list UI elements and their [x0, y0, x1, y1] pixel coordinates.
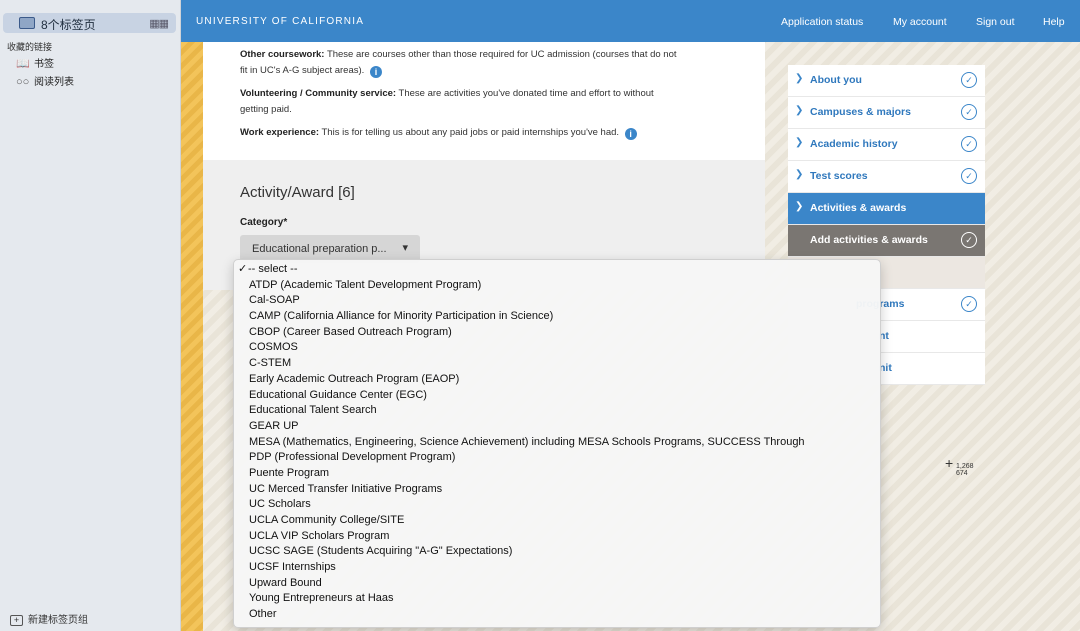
dropdown-option[interactable]: Puente Program [234, 466, 880, 482]
sidebar-item-reading-list[interactable]: ○○ 阅读列表 [16, 73, 74, 88]
chevron-right-icon: ❯ [795, 137, 804, 148]
rnav-academic-history[interactable]: ❯ Academic history ✓ [788, 129, 985, 161]
dropdown-option[interactable]: C-STEM [234, 356, 880, 372]
plus-icon: + [10, 615, 23, 626]
dropdown-option[interactable]: Young Entrepreneurs at Haas [234, 591, 880, 607]
checkmark-icon: ✓ [238, 263, 248, 275]
rnav-label: Activities & awards [810, 202, 907, 214]
dropdown-option[interactable]: UC Merced Transfer Initiative Programs [234, 482, 880, 498]
rnav-test-scores[interactable]: ❯ Test scores ✓ [788, 161, 985, 193]
rnav-activities-awards[interactable]: ❯ Activities & awards [788, 193, 985, 225]
nav-application-status[interactable]: Application status [781, 16, 863, 28]
dropdown-option[interactable]: Educational Guidance Center (EGC) [234, 388, 880, 404]
site-header: UNIVERSITY OF CALIFORNIA Application sta… [181, 0, 1080, 42]
new-tab-group-label: 新建标签页组 [28, 615, 88, 626]
check-circle-icon: ✓ [961, 72, 977, 88]
check-circle-icon: ✓ [961, 232, 977, 248]
decorative-band [181, 42, 203, 631]
sidebar-item-label: 阅读列表 [34, 77, 74, 88]
dropdown-option[interactable]: COSMOS [234, 340, 880, 356]
dropdown-option[interactable]: MESA (Mathematics, Engineering, Science … [234, 435, 880, 451]
dropdown-option[interactable]: GEAR UP [234, 419, 880, 435]
check-circle-icon: ✓ [961, 104, 977, 120]
rnav-about-you[interactable]: ❯ About you ✓ [788, 65, 985, 97]
dropdown-option-selected[interactable]: ✓-- select -- [234, 262, 880, 278]
rnav-label: Academic history [810, 138, 898, 150]
info-icon[interactable]: i [624, 128, 637, 140]
cursor-coordinates: 1,268 674 [956, 463, 974, 477]
rnav-label: About you [810, 74, 862, 86]
cursor-x: 1,268 [956, 463, 974, 470]
dropdown-option[interactable]: ATDP (Academic Talent Development Progra… [234, 278, 880, 294]
brand-logo[interactable]: UNIVERSITY OF CALIFORNIA [196, 16, 364, 27]
dropdown-option[interactable]: Cal-SOAP [234, 293, 880, 309]
category-label: Category* [240, 217, 288, 228]
chevron-right-icon: ❯ [795, 73, 804, 84]
nav-help[interactable]: Help [1043, 16, 1065, 28]
rnav-label: Add activities & awards [810, 234, 928, 246]
dropdown-option[interactable]: PDP (Professional Development Program) [234, 450, 880, 466]
tab-group-item[interactable]: 8个标签页 ▦▦ [3, 13, 176, 33]
category-select-value: Educational preparation p... [252, 243, 387, 255]
favorites-heading: 收藏的链接 [7, 42, 53, 52]
rnav-campuses-majors[interactable]: ❯ Campuses & majors ✓ [788, 97, 985, 129]
info-card: Other coursework: These are courses othe… [203, 42, 765, 160]
grid-icon[interactable]: ▦▦ [149, 17, 169, 30]
work-experience-text: Work experience: This is for telling us … [240, 125, 760, 141]
dropdown-option[interactable]: UCLA VIP Scholars Program [234, 529, 880, 545]
chevron-down-icon: ▾ [402, 242, 408, 254]
info-icon[interactable]: i [369, 66, 382, 78]
browser-sidebar: 8个标签页 ▦▦ 收藏的链接 📖 书签 ○○ 阅读列表 + 新建标签页组 [0, 0, 181, 631]
dropdown-option[interactable]: UCLA Community College/SITE [234, 513, 880, 529]
dropdown-option[interactable]: UCSC SAGE (Students Acquiring "A-G" Expe… [234, 544, 880, 560]
crosshair-cursor-icon: + [945, 455, 954, 471]
rnav-add-activities-awards[interactable]: Add activities & awards ✓ [788, 225, 985, 257]
sidebar-item-bookmarks[interactable]: 📖 书签 [16, 55, 54, 70]
dropdown-option[interactable]: Upward Bound [234, 576, 880, 592]
dropdown-option[interactable]: UC Scholars [234, 497, 880, 513]
volunteering-text: Volunteering / Community service: These … [240, 88, 654, 115]
dropdown-option[interactable]: CBOP (Career Based Outreach Program) [234, 325, 880, 341]
option-label: -- select -- [248, 263, 298, 275]
dropdown-option[interactable]: UCSF Internships [234, 560, 880, 576]
cursor-y: 674 [956, 470, 968, 477]
dropdown-option[interactable]: CAMP (California Alliance for Minority P… [234, 309, 880, 325]
nav-my-account[interactable]: My account [893, 16, 947, 28]
dropdown-option[interactable]: Early Academic Outreach Program (EAOP) [234, 372, 880, 388]
other-coursework-text: Other coursework: These are courses othe… [240, 49, 677, 78]
rnav-label: Test scores [810, 170, 868, 182]
check-circle-icon: ✓ [961, 296, 977, 312]
glasses-icon: ○○ [16, 76, 30, 88]
check-circle-icon: ✓ [961, 136, 977, 152]
check-circle-icon: ✓ [961, 168, 977, 184]
dropdown-option[interactable]: Other [234, 607, 880, 623]
chevron-right-icon: ❯ [795, 169, 804, 180]
nav-sign-out[interactable]: Sign out [976, 16, 1015, 28]
chevron-down-icon: ❯ [795, 201, 804, 212]
activity-title: Activity/Award [6] [240, 184, 355, 201]
tab-group-label: 8个标签页 [41, 18, 96, 32]
category-dropdown-menu[interactable]: ✓-- select -- ATDP (Academic Talent Deve… [233, 259, 881, 628]
dropdown-option[interactable]: Educational Talent Search [234, 403, 880, 419]
rnav-label: Campuses & majors [810, 106, 911, 118]
sidebar-item-label: 书签 [34, 59, 54, 70]
chevron-right-icon: ❯ [795, 105, 804, 116]
tabs-icon [19, 17, 35, 29]
book-icon: 📖 [16, 58, 30, 70]
new-tab-group-button[interactable]: + 新建标签页组 [10, 611, 88, 626]
